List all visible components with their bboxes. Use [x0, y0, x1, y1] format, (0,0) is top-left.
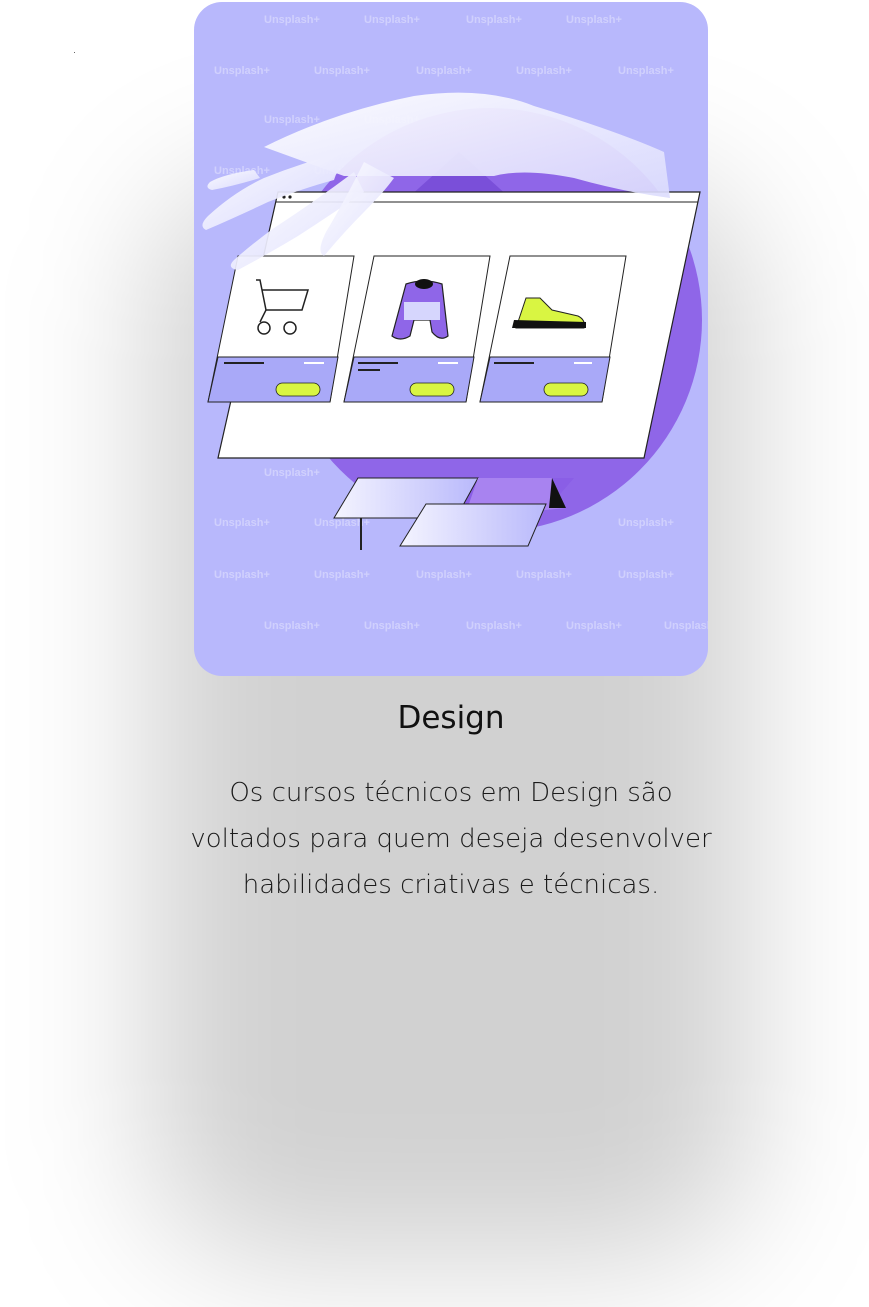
watermark-text: Unsplash+	[314, 65, 370, 77]
watermark-text: Unsplash+	[466, 620, 522, 632]
watermark-text: Unsplash+	[364, 14, 420, 26]
watermark-text: Unsplash+	[618, 65, 674, 77]
watermark-text: Unsplash+	[618, 517, 674, 529]
watermark-text: Unsplash+	[264, 467, 320, 479]
watermark-text: Unsplash+	[466, 14, 522, 26]
watermark-text: Unsplash+	[214, 569, 270, 581]
watermark-text: Unsplash+	[264, 14, 320, 26]
course-card[interactable]: Unsplash+ Unsplash+ Unsplash+ Unsplash+ …	[194, 2, 708, 676]
product-card-cart	[207, 255, 355, 403]
watermark-text: Unsplash+	[618, 569, 674, 581]
watermark-text: Unsplash+	[664, 620, 708, 632]
watermark-text: Unsplash+	[416, 65, 472, 77]
floor-tiles	[333, 477, 574, 550]
watermark-text: Unsplash+	[264, 620, 320, 632]
watermark-text: Unsplash+	[364, 620, 420, 632]
card-description: Os cursos técnicos em Design são voltado…	[190, 778, 712, 900]
watermark-text: Unsplash+	[214, 517, 270, 529]
watermark-text: Unsplash+	[566, 620, 622, 632]
watermark-text: Unsplash+	[314, 569, 370, 581]
watermark-text: Unsplash+	[516, 65, 572, 77]
stray-dot	[74, 52, 75, 53]
watermark-text: Unsplash+	[214, 65, 270, 77]
watermark-text: Unsplash+	[516, 569, 572, 581]
watermark-text: Unsplash+	[264, 114, 320, 126]
card-title: Design	[397, 700, 505, 736]
watermark-text: Unsplash+	[416, 569, 472, 581]
watermark-text: Unsplash+	[566, 14, 622, 26]
design-illustration: Unsplash+ Unsplash+ Unsplash+ Unsplash+ …	[202, 14, 708, 632]
